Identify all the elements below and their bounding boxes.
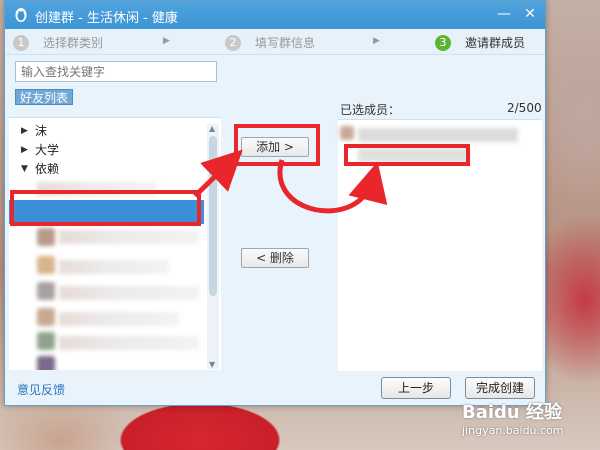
annotation-arrows [193,149,388,214]
arrow-to-member-icon [277,159,388,214]
baidu-watermark: Baidu 经验 [462,402,563,423]
arrow-to-add-icon [193,149,243,198]
baidu-watermark-url: jingyan.baidu.com [462,424,564,437]
